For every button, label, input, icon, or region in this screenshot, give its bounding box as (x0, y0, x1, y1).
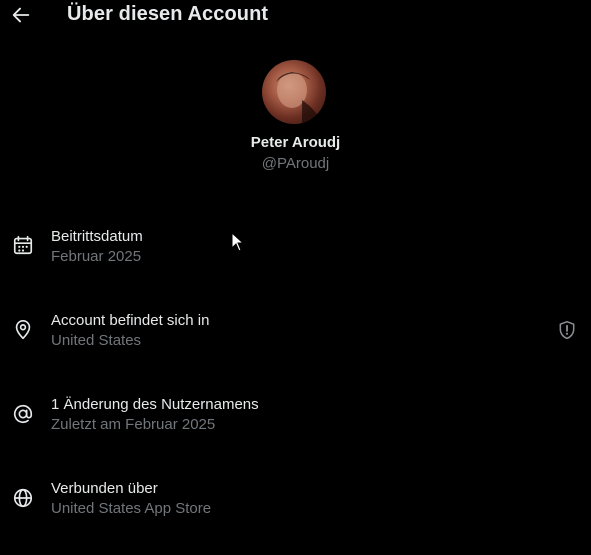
header: Über diesen Account (0, 0, 591, 30)
calendar-icon (13, 235, 33, 255)
row-value: Zuletzt am Februar 2025 (51, 416, 216, 433)
mouse-cursor-icon (231, 232, 245, 252)
profile-name: Peter Aroudj (250, 134, 341, 151)
info-row-joined: Beitrittsdatum Februar 2025 (0, 222, 591, 282)
profile-handle: @PAroudj (261, 155, 330, 172)
at-sign-icon (13, 404, 33, 424)
location-pin-icon (15, 320, 31, 340)
page-title: Über diesen Account (67, 3, 269, 25)
shield-alert-icon[interactable] (557, 320, 577, 340)
row-label: Beitrittsdatum (51, 228, 143, 245)
info-row-location: Account befindet sich in United States (0, 306, 591, 366)
globe-icon (13, 488, 33, 508)
row-label: Verbunden über (51, 480, 158, 497)
row-label: Account befindet sich in (51, 312, 210, 329)
row-value: Februar 2025 (51, 248, 142, 265)
avatar[interactable] (262, 60, 326, 124)
info-row-username-changes: 1 Änderung des Nutzernamens Zuletzt am F… (0, 390, 591, 450)
arrow-left-icon[interactable] (10, 4, 32, 26)
row-value: United States (51, 332, 142, 349)
info-row-connected-via: Verbunden über United States App Store (0, 474, 591, 534)
row-label: 1 Änderung des Nutzernamens (51, 396, 259, 413)
row-value: United States App Store (51, 500, 212, 517)
